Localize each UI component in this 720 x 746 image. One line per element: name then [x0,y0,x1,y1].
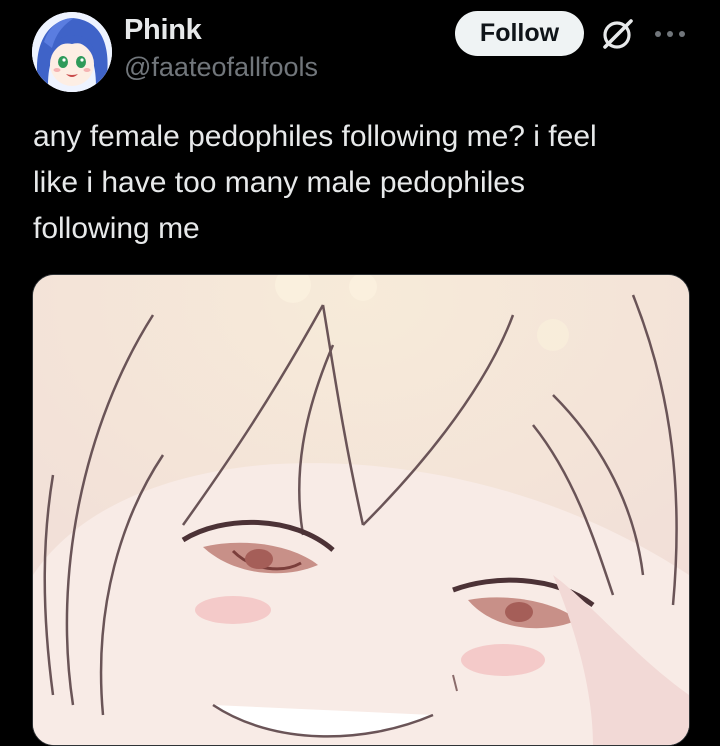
author-display-name[interactable]: Phink [124,14,202,47]
follow-button[interactable]: Follow [455,11,584,56]
more-options-icon[interactable] [652,24,688,44]
post: Phink @faateofallfools Follow any female… [0,0,720,746]
author-handle[interactable]: @faateofallfools [124,52,318,83]
avatar-image [32,12,112,92]
avatar[interactable] [32,12,112,92]
grok-icon[interactable] [598,16,636,54]
post-media-image[interactable] [32,274,690,746]
post-text: any female pedophiles following me? i fe… [33,120,597,245]
anime-character-image [33,275,689,745]
